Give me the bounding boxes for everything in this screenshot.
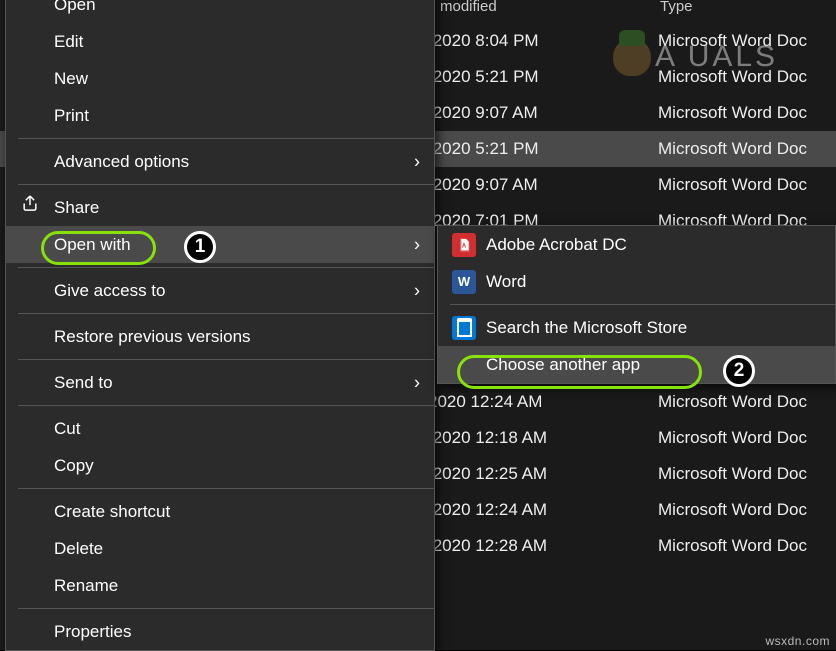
chevron-right-icon: ›	[414, 143, 420, 180]
share-icon	[20, 189, 40, 226]
submenu-item-search-store[interactable]: Search the Microsoft Store	[438, 309, 835, 346]
menu-item-create-shortcut[interactable]: Create shortcut	[6, 493, 434, 530]
menu-separator	[18, 359, 434, 360]
cell-date-modified: /2020 12:18 AM	[428, 428, 547, 448]
menu-item-edit[interactable]: Edit	[6, 23, 434, 60]
menu-item-label: Cut	[54, 419, 80, 438]
menu-item-label: Give access to	[54, 281, 166, 300]
submenu-item-choose-another-app[interactable]: Choose another app	[438, 346, 835, 383]
menu-item-label: Create shortcut	[54, 502, 170, 521]
chevron-right-icon: ›	[414, 364, 420, 401]
chevron-right-icon: ›	[414, 226, 420, 263]
menu-item-cut[interactable]: Cut	[6, 410, 434, 447]
menu-item-restore-previous-versions[interactable]: Restore previous versions	[6, 318, 434, 355]
menu-item-label: Search the Microsoft Store	[486, 318, 687, 337]
menu-item-label: Open	[54, 0, 96, 14]
menu-item-label: Rename	[54, 576, 118, 595]
menu-separator	[18, 184, 434, 185]
menu-item-label: Print	[54, 106, 89, 125]
image-credit: wsxdn.com	[765, 634, 830, 648]
menu-item-label: Advanced options	[54, 152, 189, 171]
cell-date-modified: 2020 12:24 AM	[428, 392, 542, 412]
cell-date-modified: /2020 9:07 AM	[428, 103, 538, 123]
chevron-right-icon: ›	[414, 272, 420, 309]
cell-type: Microsoft Word Doc	[658, 428, 807, 448]
cell-type: Microsoft Word Doc	[658, 536, 807, 556]
menu-separator	[450, 304, 835, 305]
microsoft-store-icon	[452, 316, 476, 340]
menu-item-open[interactable]: Open	[6, 0, 434, 23]
cell-type: Microsoft Word Doc	[658, 392, 807, 412]
column-header-type[interactable]: Type	[660, 0, 693, 15]
menu-item-print[interactable]: Print	[6, 97, 434, 134]
context-menu: Open Edit New Print Advanced options › S…	[5, 0, 435, 651]
menu-item-label: Send to	[54, 373, 113, 392]
submenu-item-adobe-acrobat[interactable]: A Adobe Acrobat DC	[438, 226, 835, 263]
svg-text:A: A	[462, 243, 467, 249]
menu-item-label: Copy	[54, 456, 94, 475]
cell-type: Microsoft Word Doc	[658, 31, 807, 51]
menu-item-label: Open with	[54, 235, 131, 254]
cell-type: Microsoft Word Doc	[658, 67, 807, 87]
word-icon: W	[452, 270, 476, 294]
annotation-badge-2: 2	[723, 355, 755, 387]
cell-type: Microsoft Word Doc	[658, 139, 807, 159]
menu-item-label: Choose another app	[486, 355, 640, 374]
menu-item-label: New	[54, 69, 88, 88]
column-header-modified[interactable]: modified	[440, 0, 497, 15]
menu-item-copy[interactable]: Copy	[6, 447, 434, 484]
menu-separator	[18, 313, 434, 314]
menu-separator	[18, 267, 434, 268]
menu-item-label: Restore previous versions	[54, 327, 251, 346]
menu-item-delete[interactable]: Delete	[6, 530, 434, 567]
menu-item-label: Share	[54, 198, 99, 217]
menu-item-properties[interactable]: Properties	[6, 613, 434, 650]
menu-item-label: Properties	[54, 622, 131, 641]
menu-item-label: Delete	[54, 539, 103, 558]
menu-separator	[18, 608, 434, 609]
adobe-acrobat-icon: A	[452, 233, 476, 257]
open-with-submenu: A Adobe Acrobat DC W Word Search the Mic…	[437, 225, 836, 384]
cell-date-modified: /2020 12:24 AM	[428, 500, 547, 520]
cell-date-modified: /2020 8:04 PM	[428, 31, 539, 51]
cell-type: Microsoft Word Doc	[658, 464, 807, 484]
menu-item-new[interactable]: New	[6, 60, 434, 97]
menu-item-send-to[interactable]: Send to ›	[6, 364, 434, 401]
submenu-item-word[interactable]: W Word	[438, 263, 835, 300]
cell-date-modified: /2020 5:21 PM	[428, 139, 539, 159]
cell-date-modified: /2020 12:25 AM	[428, 464, 547, 484]
menu-item-label: Adobe Acrobat DC	[486, 235, 627, 254]
menu-item-label: Edit	[54, 32, 83, 51]
annotation-badge-1: 1	[184, 231, 216, 263]
cell-type: Microsoft Word Doc	[658, 500, 807, 520]
menu-item-label: Word	[486, 272, 526, 291]
cell-date-modified: /2020 9:07 AM	[428, 175, 538, 195]
menu-separator	[18, 405, 434, 406]
cell-type: Microsoft Word Doc	[658, 175, 807, 195]
menu-separator	[18, 138, 434, 139]
menu-item-rename[interactable]: Rename	[6, 567, 434, 604]
menu-item-advanced-options[interactable]: Advanced options ›	[6, 143, 434, 180]
menu-item-open-with[interactable]: Open with ›	[6, 226, 434, 263]
cell-date-modified: /2020 5:21 PM	[428, 67, 539, 87]
menu-separator	[18, 488, 434, 489]
cell-type: Microsoft Word Doc	[658, 103, 807, 123]
menu-item-give-access-to[interactable]: Give access to ›	[6, 272, 434, 309]
menu-item-share[interactable]: Share	[6, 189, 434, 226]
cell-date-modified: /2020 12:28 AM	[428, 536, 547, 556]
